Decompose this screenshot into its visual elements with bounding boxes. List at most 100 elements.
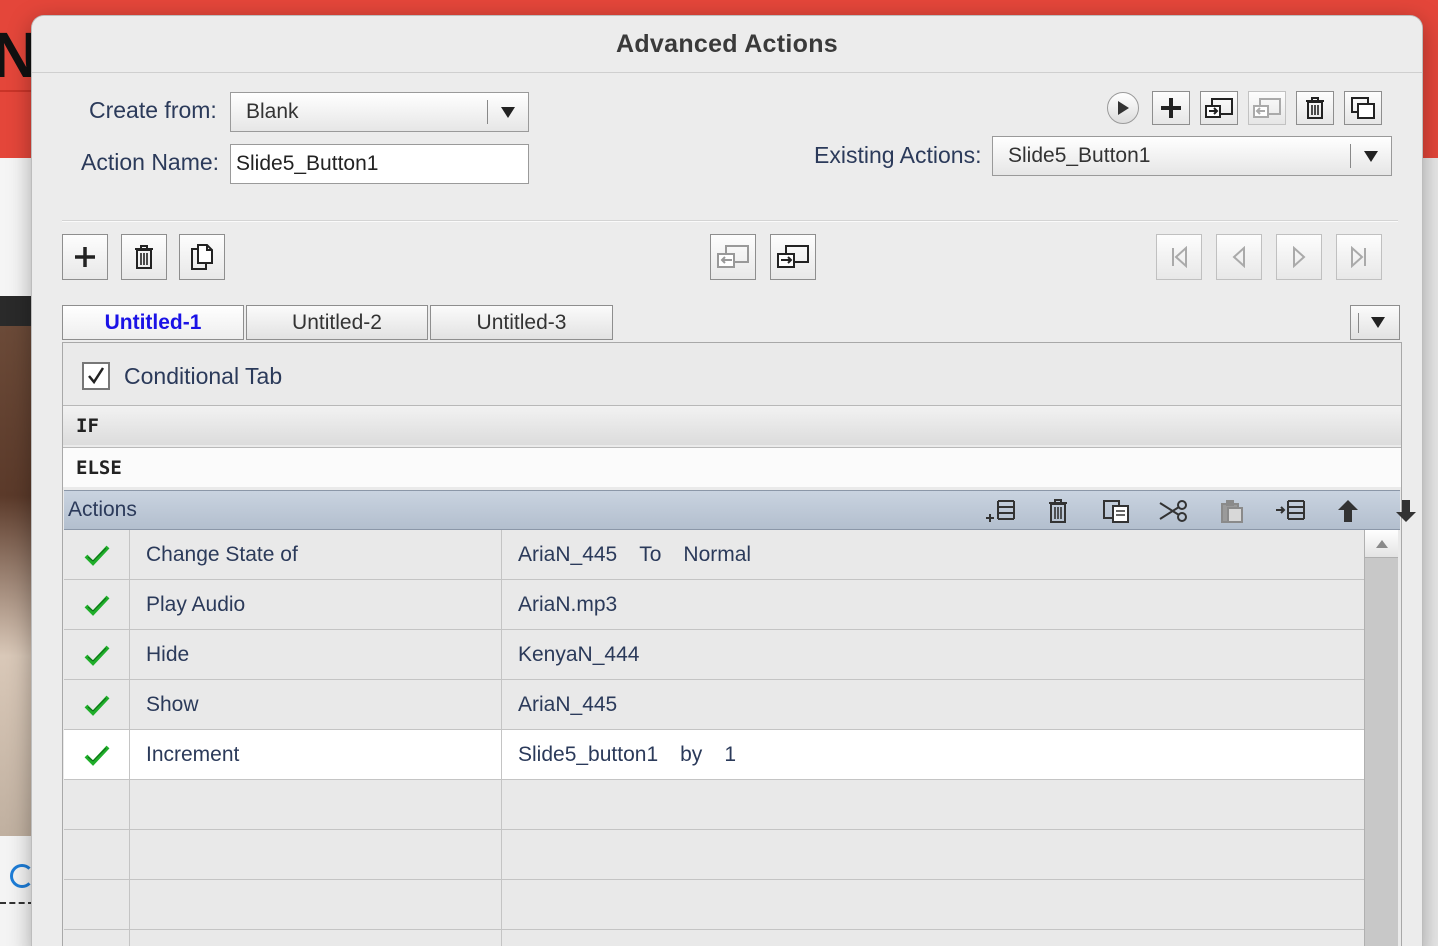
- row-action-cell[interactable]: Show: [130, 680, 502, 730]
- table-row[interactable]: Increment Slide5_button1 by 1: [64, 730, 1364, 780]
- row-params-cell[interactable]: KenyaN_444: [502, 630, 1364, 680]
- create-from-label: Create from:: [89, 97, 217, 123]
- row-status-cell[interactable]: [64, 880, 130, 930]
- row-action-cell[interactable]: [130, 780, 502, 830]
- row-params-cell[interactable]: [502, 880, 1364, 930]
- action-param: Slide5_button1: [518, 743, 659, 766]
- actions-scrollbar[interactable]: [1364, 530, 1398, 946]
- table-row[interactable]: Hide KenyaN_444: [64, 630, 1364, 680]
- import-decision-button[interactable]: [710, 234, 756, 280]
- export-decision-button[interactable]: [770, 234, 816, 280]
- row-status-cell[interactable]: [64, 530, 130, 580]
- indent-icon: [1276, 500, 1305, 520]
- action-param: by: [680, 743, 703, 766]
- conditional-tab-checkbox[interactable]: [82, 362, 110, 390]
- action-name: Show: [146, 693, 199, 716]
- dialog-title: Advanced Actions: [616, 29, 838, 58]
- conditional-tab-option[interactable]: Conditional Tab: [82, 362, 282, 390]
- action-param: 1: [724, 743, 736, 766]
- duplicate-action-button[interactable]: [1344, 91, 1382, 125]
- empty-table-row[interactable]: [64, 830, 1364, 880]
- action-param: KenyaN_444: [518, 643, 640, 666]
- add-action-button[interactable]: [1152, 91, 1190, 125]
- check-icon: [84, 745, 109, 766]
- empty-table-row[interactable]: [64, 930, 1364, 946]
- row-action-cell[interactable]: [130, 830, 502, 880]
- import-icon: [717, 245, 749, 268]
- row-status-cell[interactable]: [64, 780, 130, 830]
- paste-row-button[interactable]: [1216, 495, 1248, 527]
- actions-header: Actions: [64, 490, 1416, 530]
- tab-untitled-2[interactable]: Untitled-2: [246, 305, 428, 340]
- row-status-cell[interactable]: [64, 830, 130, 880]
- row-params-cell[interactable]: AriaN_445: [502, 680, 1364, 730]
- action-name-input[interactable]: Slide5_Button1: [230, 144, 529, 184]
- arrow-up-icon: [1338, 500, 1358, 522]
- duplicate-icon: [1351, 97, 1375, 119]
- row-action-cell[interactable]: Play Audio: [130, 580, 502, 630]
- advanced-actions-dialog: Advanced Actions Create from: Blank Acti…: [32, 16, 1422, 946]
- chevron-down-icon[interactable]: [1351, 137, 1391, 175]
- if-section-header[interactable]: IF: [63, 405, 1401, 445]
- tab-untitled-1[interactable]: Untitled-1: [62, 305, 244, 340]
- scroll-track[interactable]: [1365, 558, 1398, 946]
- row-params-cell[interactable]: Slide5_button1 by 1: [502, 730, 1364, 780]
- insert-action-button[interactable]: [984, 495, 1016, 527]
- chevron-up-icon: [1375, 539, 1388, 548]
- chevron-down-icon[interactable]: [488, 93, 528, 131]
- last-decision-button[interactable]: [1336, 234, 1382, 280]
- row-status-cell[interactable]: [64, 580, 130, 630]
- table-row[interactable]: Show AriaN_445: [64, 680, 1364, 730]
- previous-decision-button[interactable]: [1216, 234, 1262, 280]
- preview-play-button[interactable]: [1107, 92, 1139, 124]
- row-params-cell[interactable]: AriaN_445 To Normal: [502, 530, 1364, 580]
- tab-untitled-3[interactable]: Untitled-3: [430, 305, 613, 340]
- trash-icon: [1049, 499, 1067, 523]
- row-status-cell[interactable]: [64, 630, 130, 680]
- create-from-select[interactable]: Blank: [230, 92, 529, 132]
- create-from-value: Blank: [246, 100, 299, 123]
- row-params-cell[interactable]: [502, 830, 1364, 880]
- import-action-button[interactable]: [1200, 91, 1238, 125]
- row-status-cell[interactable]: [64, 680, 130, 730]
- check-icon: [84, 645, 109, 666]
- row-params-cell[interactable]: [502, 930, 1364, 946]
- move-down-button[interactable]: [1390, 495, 1422, 527]
- play-icon: [1118, 101, 1129, 115]
- copy-decision-button[interactable]: [179, 234, 225, 280]
- next-decision-button[interactable]: [1276, 234, 1322, 280]
- existing-actions-value: Slide5_Button1: [1008, 144, 1151, 167]
- first-decision-button[interactable]: [1156, 234, 1202, 280]
- row-params-cell[interactable]: AriaN.mp3: [502, 580, 1364, 630]
- row-action-cell[interactable]: Increment: [130, 730, 502, 780]
- table-row[interactable]: Change State of AriaN_445 To Normal: [64, 530, 1364, 580]
- scroll-up-button[interactable]: [1365, 530, 1398, 558]
- empty-table-row[interactable]: [64, 880, 1364, 930]
- tabs-dropdown-button[interactable]: [1350, 305, 1400, 340]
- row-status-cell[interactable]: [64, 930, 130, 946]
- empty-table-row[interactable]: [64, 780, 1364, 830]
- row-status-cell[interactable]: [64, 730, 130, 780]
- delete-row-button[interactable]: [1042, 495, 1074, 527]
- delete-decision-button[interactable]: [121, 234, 167, 280]
- move-up-button[interactable]: [1332, 495, 1364, 527]
- tabs-dropdown-separator: [1358, 312, 1359, 333]
- row-action-cell[interactable]: [130, 880, 502, 930]
- indent-row-button[interactable]: [1274, 495, 1306, 527]
- add-decision-button[interactable]: [62, 234, 108, 280]
- export-action-button[interactable]: [1248, 91, 1286, 125]
- row-params-cell[interactable]: [502, 780, 1364, 830]
- action-name: Increment: [146, 743, 240, 766]
- cut-row-button[interactable]: [1158, 495, 1190, 527]
- row-action-cell[interactable]: Hide: [130, 630, 502, 680]
- title-bar[interactable]: Advanced Actions: [32, 16, 1422, 73]
- table-row[interactable]: Play Audio AriaN.mp3: [64, 580, 1364, 630]
- else-section-header[interactable]: ELSE: [63, 447, 1401, 487]
- copy-icon: [191, 244, 213, 270]
- row-action-cell[interactable]: Change State of: [130, 530, 502, 580]
- copy-row-button[interactable]: [1100, 495, 1132, 527]
- action-param: AriaN.mp3: [518, 593, 618, 616]
- delete-action-button[interactable]: [1296, 91, 1334, 125]
- row-action-cell[interactable]: [130, 930, 502, 946]
- existing-actions-select[interactable]: Slide5_Button1: [992, 136, 1392, 176]
